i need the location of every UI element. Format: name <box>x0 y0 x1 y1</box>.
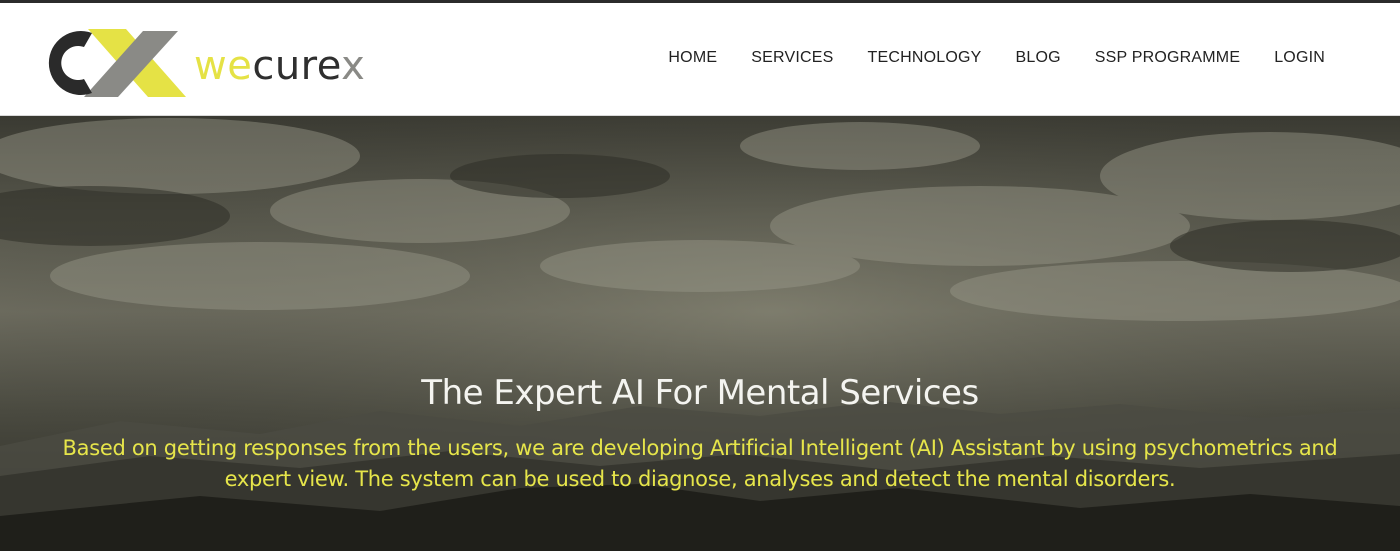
hero-banner: The Expert AI For Mental Services Based … <box>0 116 1400 551</box>
hero-title: The Expert AI For Mental Services <box>421 372 979 413</box>
nav-technology[interactable]: TECHNOLOGY <box>867 49 981 67</box>
brand-logo[interactable]: wecurex <box>48 23 418 103</box>
hero-description: Based on getting responses from the user… <box>62 436 1338 491</box>
nav-home[interactable]: HOME <box>668 49 717 67</box>
brand-cure: cure <box>252 43 342 89</box>
site-header: wecurex HOME SERVICES TECHNOLOGY BLOG SS… <box>0 3 1400 116</box>
brand-wordmark: wecurex <box>194 43 365 89</box>
logo-mark-icon <box>48 29 186 97</box>
nav-login[interactable]: LOGIN <box>1274 49 1325 67</box>
nav-blog[interactable]: BLOG <box>1015 49 1060 67</box>
main-nav: HOME SERVICES TECHNOLOGY BLOG SSP PROGRA… <box>668 49 1325 67</box>
brand-x: x <box>341 43 366 89</box>
brand-we: we <box>194 43 253 89</box>
nav-ssp-programme[interactable]: SSP PROGRAMME <box>1095 49 1240 67</box>
nav-services[interactable]: SERVICES <box>751 49 833 67</box>
